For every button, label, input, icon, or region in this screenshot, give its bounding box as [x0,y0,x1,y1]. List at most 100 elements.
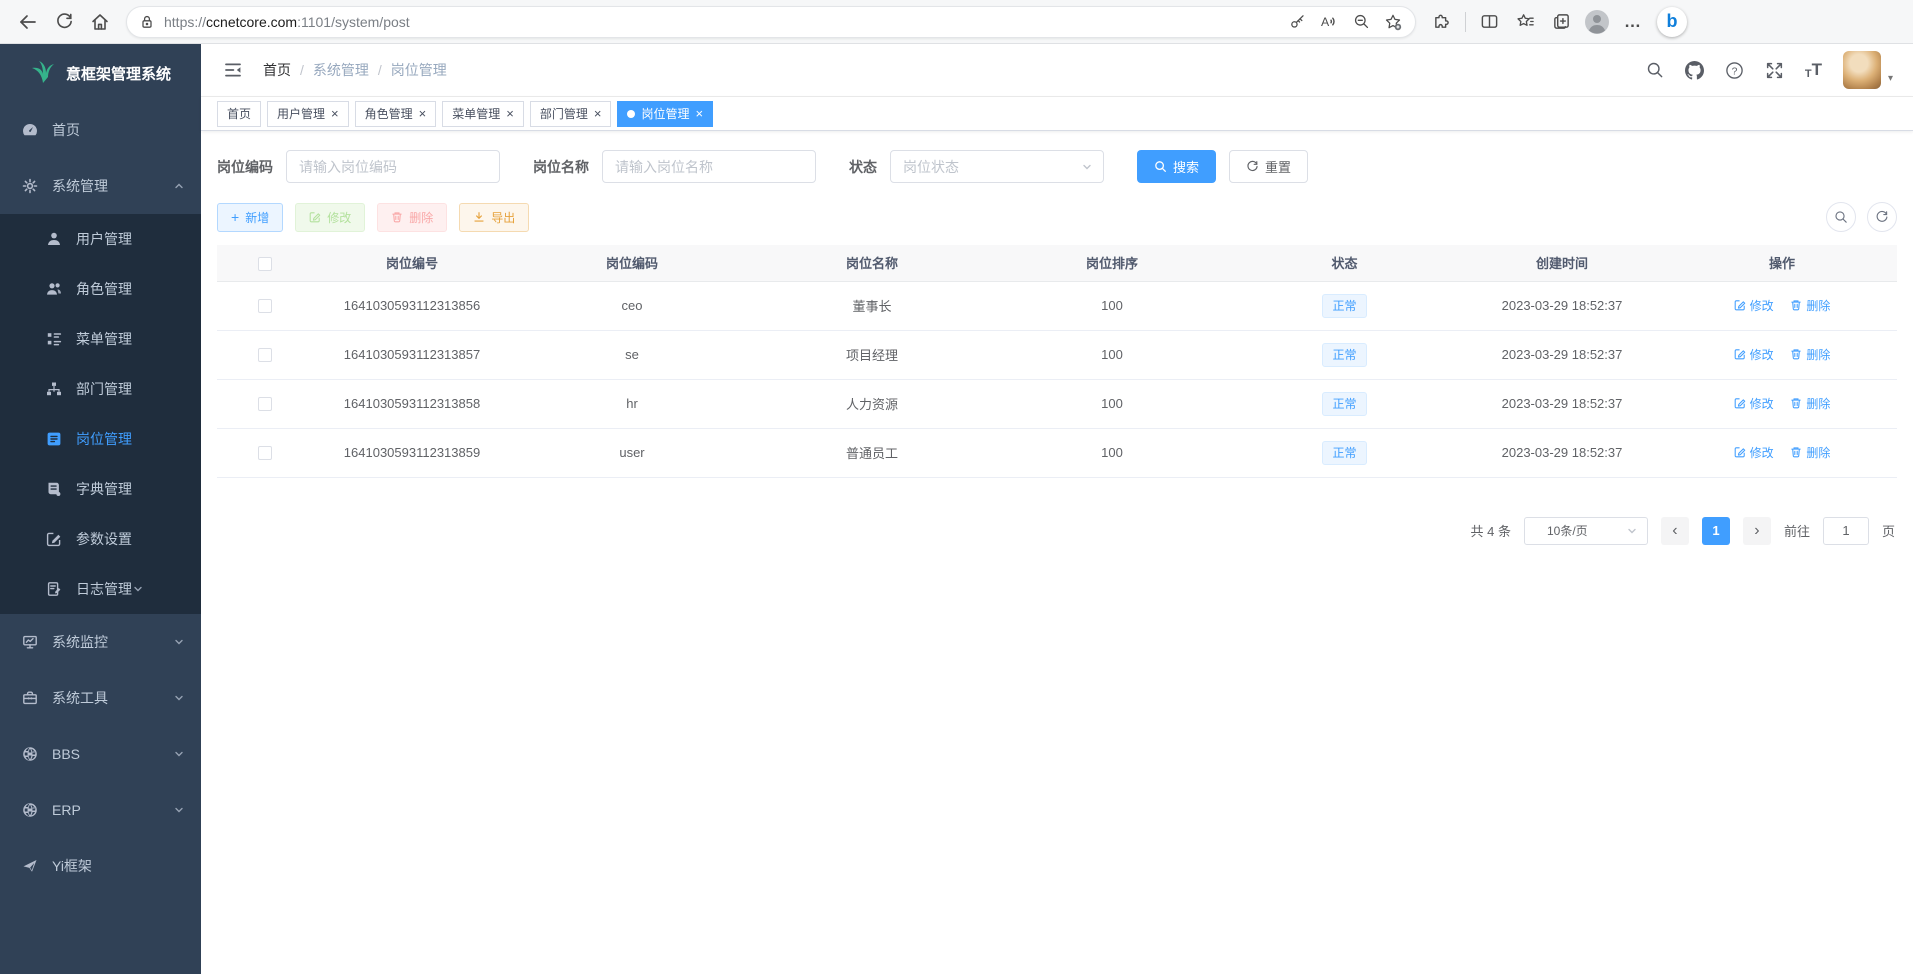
menu-tree-icon [46,331,62,347]
tag-menus[interactable]: 菜单管理× [442,101,524,127]
tag-departments[interactable]: 部门管理× [530,101,612,127]
add-button[interactable]: + 新增 [217,203,283,232]
sidebar-item-bbs[interactable]: BBS [0,726,201,782]
delete-button-disabled[interactable]: 删除 [377,203,447,232]
favorites-icon[interactable] [1507,5,1543,39]
close-icon[interactable]: × [695,107,703,120]
sidebar-item-tools[interactable]: 系统工具 [0,670,201,726]
post-name-input[interactable] [602,150,816,183]
help-icon[interactable]: ? [1725,61,1744,80]
status-badge: 正常 [1322,441,1366,465]
app-logo[interactable]: 意框架管理系统 [0,44,201,102]
sidebar-item-parameters[interactable]: 参数设置 [0,514,201,564]
breadcrumb-home[interactable]: 首页 [263,60,291,80]
goto-page-input[interactable] [1823,517,1869,545]
sidebar-item-erp[interactable]: ERP [0,782,201,838]
row-edit-link[interactable]: 修改 [1734,395,1774,412]
sidebar-item-monitor[interactable]: 系统监控 [0,614,201,670]
caret-down-icon: ▾ [1888,73,1893,84]
reset-button[interactable]: 重置 [1229,150,1308,183]
search-button[interactable]: 搜索 [1137,150,1216,183]
sidebar-item-label: 首页 [52,120,185,140]
select-all-checkbox[interactable] [258,257,272,271]
sidebar-item-home[interactable]: 首页 [0,102,201,158]
sidebar-item-menus[interactable]: 菜单管理 [0,314,201,364]
table-row: 1641030593112313859 user 普通员工 100 正常 202… [217,428,1897,477]
tag-home[interactable]: 首页 [217,101,261,127]
sidebar-item-departments[interactable]: 部门管理 [0,364,201,414]
sidebar-item-label: 系统管理 [52,176,173,196]
row-edit-link[interactable]: 修改 [1734,444,1774,461]
refresh-table-icon[interactable] [1867,202,1897,232]
edit-button-disabled[interactable]: 修改 [295,203,365,232]
edit-icon [1734,299,1746,311]
row-delete-link[interactable]: 删除 [1790,444,1830,461]
download-icon [473,211,485,223]
trash-icon [1790,397,1802,409]
sidebar-item-users[interactable]: 用户管理 [0,214,201,264]
sidebar-item-roles[interactable]: 角色管理 [0,264,201,314]
row-edit-link[interactable]: 修改 [1734,297,1774,314]
bing-copilot-icon[interactable]: b [1657,7,1687,37]
row-delete-link[interactable]: 删除 [1790,395,1830,412]
log-icon [46,581,62,597]
back-icon[interactable] [10,5,46,39]
github-icon[interactable] [1685,61,1704,80]
password-key-icon[interactable] [1281,8,1313,36]
row-edit-link[interactable]: 修改 [1734,346,1774,363]
row-checkbox[interactable] [258,299,272,313]
sidebar-item-label: 日志管理 [76,579,132,599]
row-checkbox[interactable] [258,397,272,411]
chevron-down-icon [173,636,185,648]
current-page-button[interactable]: 1 [1702,517,1730,545]
post-code-input[interactable] [286,150,500,183]
sidebar-item-yi-framework[interactable]: Yi框架 [0,838,201,894]
zoom-out-icon[interactable] [1345,8,1377,36]
lock-icon[interactable] [139,14,155,30]
page-size-select[interactable]: 10条/页 [1524,517,1648,545]
status-badge: 正常 [1322,343,1366,367]
toggle-search-icon[interactable] [1826,202,1856,232]
status-select[interactable]: 岗位状态 [890,150,1104,183]
sidebar-item-system[interactable]: 系统管理 [0,158,201,214]
sidebar-item-logs[interactable]: 日志管理 [0,564,201,614]
close-icon[interactable]: × [506,107,514,120]
sidebar-item-posts[interactable]: 岗位管理 [0,414,201,464]
read-aloud-icon[interactable]: A [1313,8,1345,36]
status-badge: 正常 [1322,294,1366,318]
close-icon[interactable]: × [331,107,339,120]
row-delete-link[interactable]: 删除 [1790,297,1830,314]
post-name-cell: 普通员工 [752,428,992,477]
tag-users[interactable]: 用户管理× [267,101,349,127]
next-page-button[interactable]: › [1743,517,1771,545]
trash-icon [1790,299,1802,311]
user-avatar-menu[interactable]: ▾ [1843,51,1893,89]
user-avatar[interactable] [1843,51,1881,89]
tag-posts-active[interactable]: 岗位管理× [617,101,713,127]
refresh-icon[interactable] [46,5,82,39]
font-size-icon[interactable]: TT [1805,60,1822,80]
tag-roles[interactable]: 角色管理× [355,101,437,127]
address-bar[interactable]: https://ccnetcore.com:1101/system/post A [126,6,1416,38]
row-delete-link[interactable]: 删除 [1790,346,1830,363]
sidebar-collapse-icon[interactable] [215,52,251,88]
close-icon[interactable]: × [594,107,602,120]
sidebar-item-dictionary[interactable]: 字典管理 [0,464,201,514]
sidebar: 意框架管理系统 首页 系统管理 用户管理 [0,44,201,974]
browser-profile-avatar[interactable] [1579,5,1615,39]
extensions-icon[interactable] [1424,5,1460,39]
collections-icon[interactable] [1543,5,1579,39]
close-icon[interactable]: × [419,107,427,120]
split-screen-icon[interactable] [1471,5,1507,39]
fullscreen-icon[interactable] [1765,61,1784,80]
prev-page-button[interactable]: ‹ [1661,517,1689,545]
chevron-down-icon [1626,525,1638,537]
add-favorite-star-icon[interactable] [1377,8,1409,36]
row-checkbox[interactable] [258,446,272,460]
browser-menu-icon[interactable]: … [1615,5,1651,39]
header-search-icon[interactable] [1646,61,1664,79]
export-button[interactable]: 导出 [459,203,529,232]
row-checkbox[interactable] [258,348,272,362]
home-icon[interactable] [82,5,118,39]
post-name-cell: 项目经理 [752,330,992,379]
